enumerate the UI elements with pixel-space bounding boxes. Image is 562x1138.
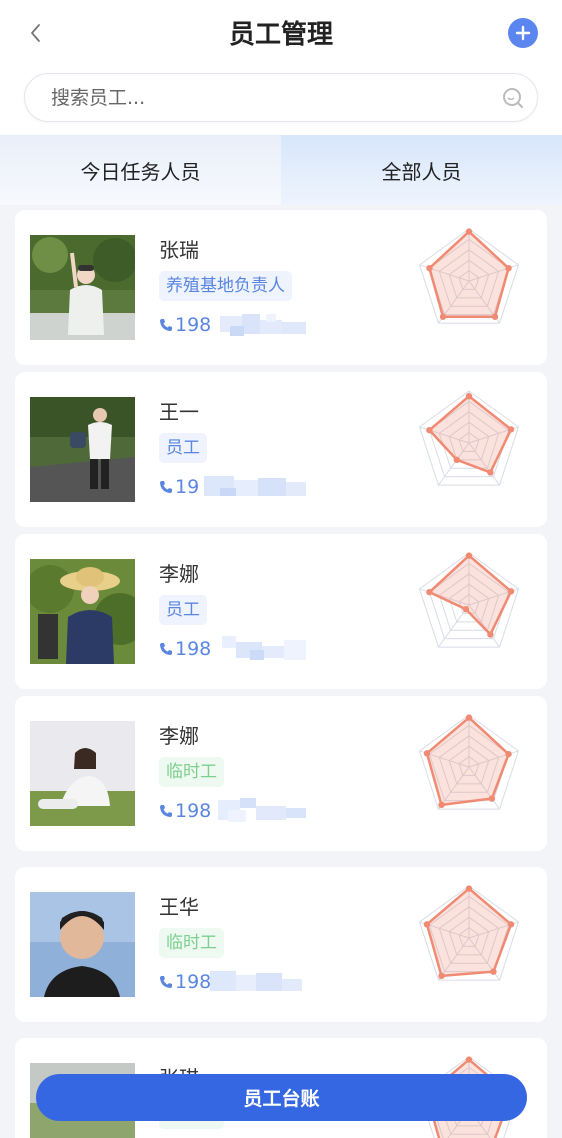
tab-today-task-staff[interactable]: 今日任务人员 — [0, 135, 281, 205]
radar-point — [487, 469, 494, 476]
header: 员工管理 — [0, 0, 562, 135]
employee-card[interactable]: 李娜 员工 198 — [15, 534, 547, 689]
role-badge: 养殖基地负责人 — [159, 271, 292, 301]
employee-card[interactable]: 张瑞 养殖基地负责人 198 — [15, 210, 547, 365]
role-badge: 员工 — [159, 433, 207, 463]
radar-point — [439, 313, 447, 320]
radar-point — [426, 264, 433, 272]
radar-point — [505, 264, 512, 272]
role-badge: 临时工 — [159, 928, 224, 958]
plus-icon — [515, 25, 531, 41]
skill-radar-chart — [418, 390, 520, 486]
radar-point — [488, 795, 496, 802]
radar-score-area — [428, 230, 510, 319]
tab-all-staff[interactable]: 全部人员 — [281, 135, 562, 205]
employee-name: 张瑞 — [159, 238, 199, 262]
role-badge: 临时工 — [159, 757, 224, 787]
phone-redaction — [222, 636, 306, 660]
radar-point — [491, 313, 499, 320]
search-bar — [24, 73, 538, 122]
employee-photo — [30, 397, 135, 502]
employee-photo — [30, 559, 135, 664]
radar-point — [507, 921, 515, 928]
radar-point — [507, 426, 515, 433]
phone-redaction — [218, 798, 306, 822]
employee-name: 李娜 — [159, 724, 199, 748]
radar-point — [453, 456, 460, 464]
radar-point — [465, 393, 473, 400]
add-employee-button[interactable] — [508, 18, 538, 48]
phone-redaction — [204, 476, 306, 496]
radar-point — [462, 606, 470, 613]
employee-name: 王一 — [159, 400, 199, 424]
employee-photo — [30, 892, 135, 997]
phone-redaction — [220, 314, 306, 336]
role-badge: 员工 — [159, 595, 207, 625]
radar-point — [426, 426, 433, 434]
radar-point — [438, 801, 445, 809]
skill-radar-chart — [418, 552, 520, 648]
radar-point — [426, 588, 433, 596]
employee-ledger-button[interactable]: 员工台账 — [36, 1074, 527, 1121]
phone-redaction — [210, 971, 302, 991]
employee-name: 王华 — [159, 895, 199, 919]
radar-point — [465, 228, 473, 235]
radar-point — [465, 552, 473, 559]
employee-card[interactable]: 李娜 临时工 198 — [15, 696, 547, 851]
radar-point — [465, 885, 473, 892]
employee-card[interactable]: 王华 临时工 198 — [15, 867, 547, 1022]
radar-point — [505, 750, 512, 758]
skill-radar-chart — [418, 885, 520, 981]
employee-photo — [30, 235, 135, 340]
employee-list: 张瑞 养殖基地负责人 198 王一 员工 19 李娜 员工 198 李娜 临时工… — [0, 205, 562, 1138]
phone-icon — [160, 481, 172, 493]
radar-point — [487, 631, 494, 638]
skill-radar-chart — [418, 228, 520, 324]
search-input[interactable] — [51, 83, 451, 113]
radar-point — [423, 750, 431, 757]
employee-name: 李娜 — [159, 562, 199, 586]
radar-point — [507, 588, 515, 595]
phone-visible-digits: 19 — [175, 476, 200, 498]
phone-icon — [160, 643, 172, 655]
phone-icon — [160, 976, 172, 988]
phone-number[interactable]: 19 — [159, 474, 199, 500]
radar-point — [423, 921, 431, 928]
employee-photo — [30, 721, 135, 826]
search-icon[interactable] — [501, 86, 525, 110]
tab-bar: 今日任务人员 全部人员 — [0, 135, 562, 205]
employee-card[interactable]: 王一 员工 19 — [15, 372, 547, 527]
skill-radar-chart — [418, 714, 520, 810]
phone-icon — [160, 319, 172, 331]
radar-point — [465, 714, 473, 721]
radar-point — [490, 968, 497, 975]
radar-score-area — [425, 887, 513, 978]
radar-point — [438, 972, 445, 980]
page-title: 员工管理 — [228, 20, 333, 50]
phone-icon — [160, 805, 172, 817]
radar-point — [465, 1056, 473, 1063]
